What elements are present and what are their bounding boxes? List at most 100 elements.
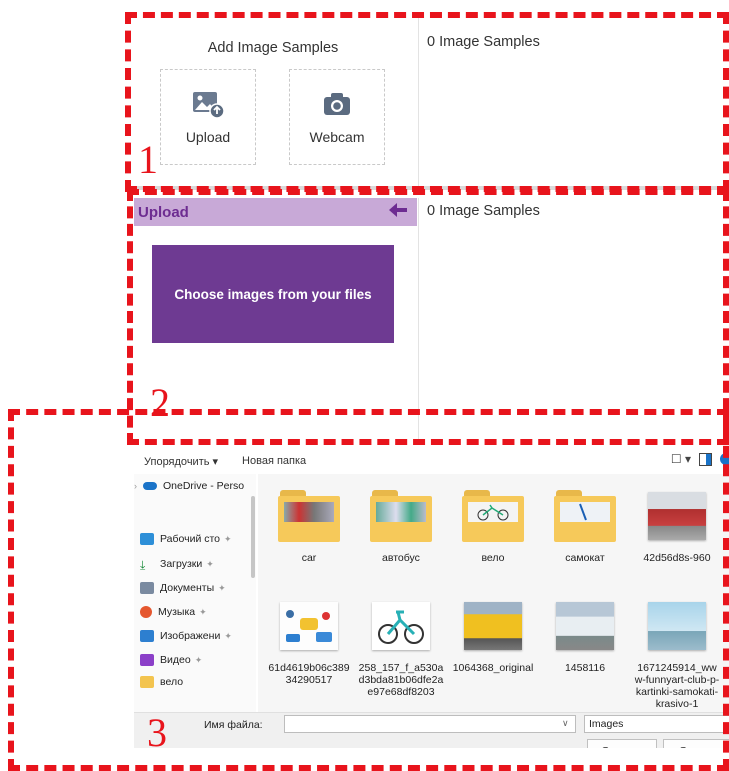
folder-icon xyxy=(276,488,342,544)
add-image-samples-panel: Add Image Samples 0 Image Samples Upload… xyxy=(128,14,729,190)
pin-icon: ✦ xyxy=(218,582,226,593)
nav-label: Музыка xyxy=(158,606,196,618)
image-item[interactable]: 258_157_f_a530ad3bda81b06dfe2ae97e68df82… xyxy=(358,598,444,698)
file-name: 1458116 xyxy=(564,662,606,674)
document-icon xyxy=(140,582,154,594)
folder-icon xyxy=(368,488,434,544)
cancel-button[interactable]: Отмена xyxy=(663,739,729,748)
nav-item-onedrive[interactable]: › OneDrive - Perso xyxy=(134,476,244,496)
dialog-toolbar: Упорядочить ▾ Новая папка ☐ ▾ xyxy=(134,448,729,474)
image-thumbnail xyxy=(368,598,434,654)
music-icon xyxy=(140,606,152,618)
nav-label: Изображени xyxy=(160,630,221,642)
download-icon: ⤓ xyxy=(140,558,146,572)
nav-item-velo[interactable]: вело xyxy=(140,672,183,692)
divider xyxy=(418,14,419,190)
pin-icon: ✦ xyxy=(194,654,203,665)
pin-icon: ✦ xyxy=(224,533,232,544)
desktop-icon xyxy=(140,533,154,545)
image-thumbnail xyxy=(644,488,710,544)
nav-scrollbar[interactable] xyxy=(251,496,255,578)
file-name: 61d4619b06c38934290517 xyxy=(268,662,350,686)
webcam-label: Webcam xyxy=(309,129,365,145)
view-mode-icon[interactable]: ☐ ▾ xyxy=(671,452,691,466)
file-name: 1064368_original xyxy=(452,662,534,674)
nav-label: OneDrive - Perso xyxy=(163,480,245,492)
new-folder-button[interactable]: Новая папка xyxy=(242,455,306,467)
file-name: автобус xyxy=(382,552,420,564)
divider xyxy=(418,198,419,442)
filename-label: Имя файла: xyxy=(204,719,263,731)
nav-label: Загрузки xyxy=(160,558,203,570)
filetype-select[interactable]: Images xyxy=(584,715,729,733)
nav-item-music[interactable]: Музыка ✦ xyxy=(140,602,207,622)
nav-label: вело xyxy=(160,676,184,688)
panel-title: Add Image Samples xyxy=(207,40,339,56)
nav-item-video[interactable]: Видео ✦ xyxy=(140,650,202,670)
file-name: 42d56d8s-960 xyxy=(643,552,711,564)
callout-number-2: 2 xyxy=(150,380,170,425)
open-button[interactable]: Открыть xyxy=(587,739,657,748)
image-item[interactable]: 42d56d8s-960 xyxy=(634,488,720,564)
filetype-value: Images xyxy=(589,718,624,730)
upload-panel: Upload 0 Image Samples Choose images fro… xyxy=(128,192,729,442)
organize-menu[interactable]: Упорядочить ▾ xyxy=(144,455,218,468)
pin-icon: ✦ xyxy=(199,606,207,617)
nav-item-downloads[interactable]: ⤓ Загрузки ✦ xyxy=(140,554,214,574)
image-item[interactable]: 1671245914_www-funnyart-club-p-kartinki-… xyxy=(634,598,720,710)
navigation-pane: › OneDrive - Perso Рабочий сто ✦ ⤓ Загруз… xyxy=(134,474,256,712)
video-icon xyxy=(140,654,154,666)
cloud-icon xyxy=(143,482,157,490)
folder-item[interactable]: вело xyxy=(450,488,536,564)
arrow-left-icon[interactable] xyxy=(389,202,407,222)
sample-count: 0 Image Samples xyxy=(427,203,540,219)
pin-icon: ✦ xyxy=(224,630,232,641)
file-name: самокат xyxy=(565,552,605,564)
filename-input[interactable] xyxy=(284,715,576,733)
file-name: car xyxy=(301,552,317,564)
upload-label: Upload xyxy=(185,129,231,145)
nav-label: Видео xyxy=(160,654,191,666)
preview-pane-icon[interactable] xyxy=(699,452,712,466)
dialog-footer: Имя файла: ∨ Images Открыть Отмена xyxy=(134,712,729,748)
nav-label: Документы xyxy=(160,582,215,594)
file-grid: car автобус вело самокат 42d56d8s-960 61… xyxy=(258,474,729,712)
chevron-down-icon[interactable]: ∨ xyxy=(562,718,569,729)
image-item[interactable]: 61d4619b06c38934290517 xyxy=(266,598,352,686)
folder-icon xyxy=(140,676,154,688)
pin-icon: ✦ xyxy=(206,558,214,569)
folder-item[interactable]: автобус xyxy=(358,488,444,564)
webcam-tile-button[interactable]: Webcam xyxy=(289,69,385,165)
folder-item[interactable]: car xyxy=(266,488,352,564)
nav-item-desktop[interactable]: Рабочий сто ✦ xyxy=(140,529,232,549)
camera-icon xyxy=(320,88,354,120)
help-icon[interactable] xyxy=(720,453,729,465)
image-thumbnail xyxy=(644,598,710,654)
sample-count: 0 Image Samples xyxy=(427,34,540,50)
nav-label: Рабочий сто xyxy=(160,533,221,545)
folder-icon xyxy=(460,488,526,544)
image-upload-icon xyxy=(191,88,225,120)
upload-tile-button[interactable]: Upload xyxy=(160,69,256,165)
nav-item-documents[interactable]: Документы ✦ xyxy=(140,578,226,598)
image-item[interactable]: 1458116 xyxy=(542,598,628,674)
folder-icon xyxy=(552,488,618,544)
upload-header-title: Upload xyxy=(138,203,189,221)
image-thumbnail xyxy=(460,598,526,654)
choose-images-button[interactable]: Choose images from your files xyxy=(152,245,394,343)
chevron-right-icon: › xyxy=(134,481,137,491)
file-name: вело xyxy=(481,552,505,564)
pictures-icon xyxy=(140,630,154,642)
image-thumbnail xyxy=(276,598,342,654)
file-open-dialog: Упорядочить ▾ Новая папка ☐ ▾ › OneDrive… xyxy=(134,448,729,748)
file-name: 1671245914_www-funnyart-club-p-kartinki-… xyxy=(634,662,720,710)
file-name: 258_157_f_a530ad3bda81b06dfe2ae97e68df82… xyxy=(358,662,444,698)
image-thumbnail xyxy=(552,598,618,654)
upload-header: Upload xyxy=(134,198,417,226)
folder-item[interactable]: самокат xyxy=(542,488,628,564)
separator xyxy=(128,186,729,190)
image-item[interactable]: 1064368_original xyxy=(450,598,536,674)
callout-number-3: 3 xyxy=(147,710,167,755)
nav-item-pictures[interactable]: Изображени ✦ xyxy=(140,626,232,646)
callout-number-1: 1 xyxy=(138,137,158,182)
